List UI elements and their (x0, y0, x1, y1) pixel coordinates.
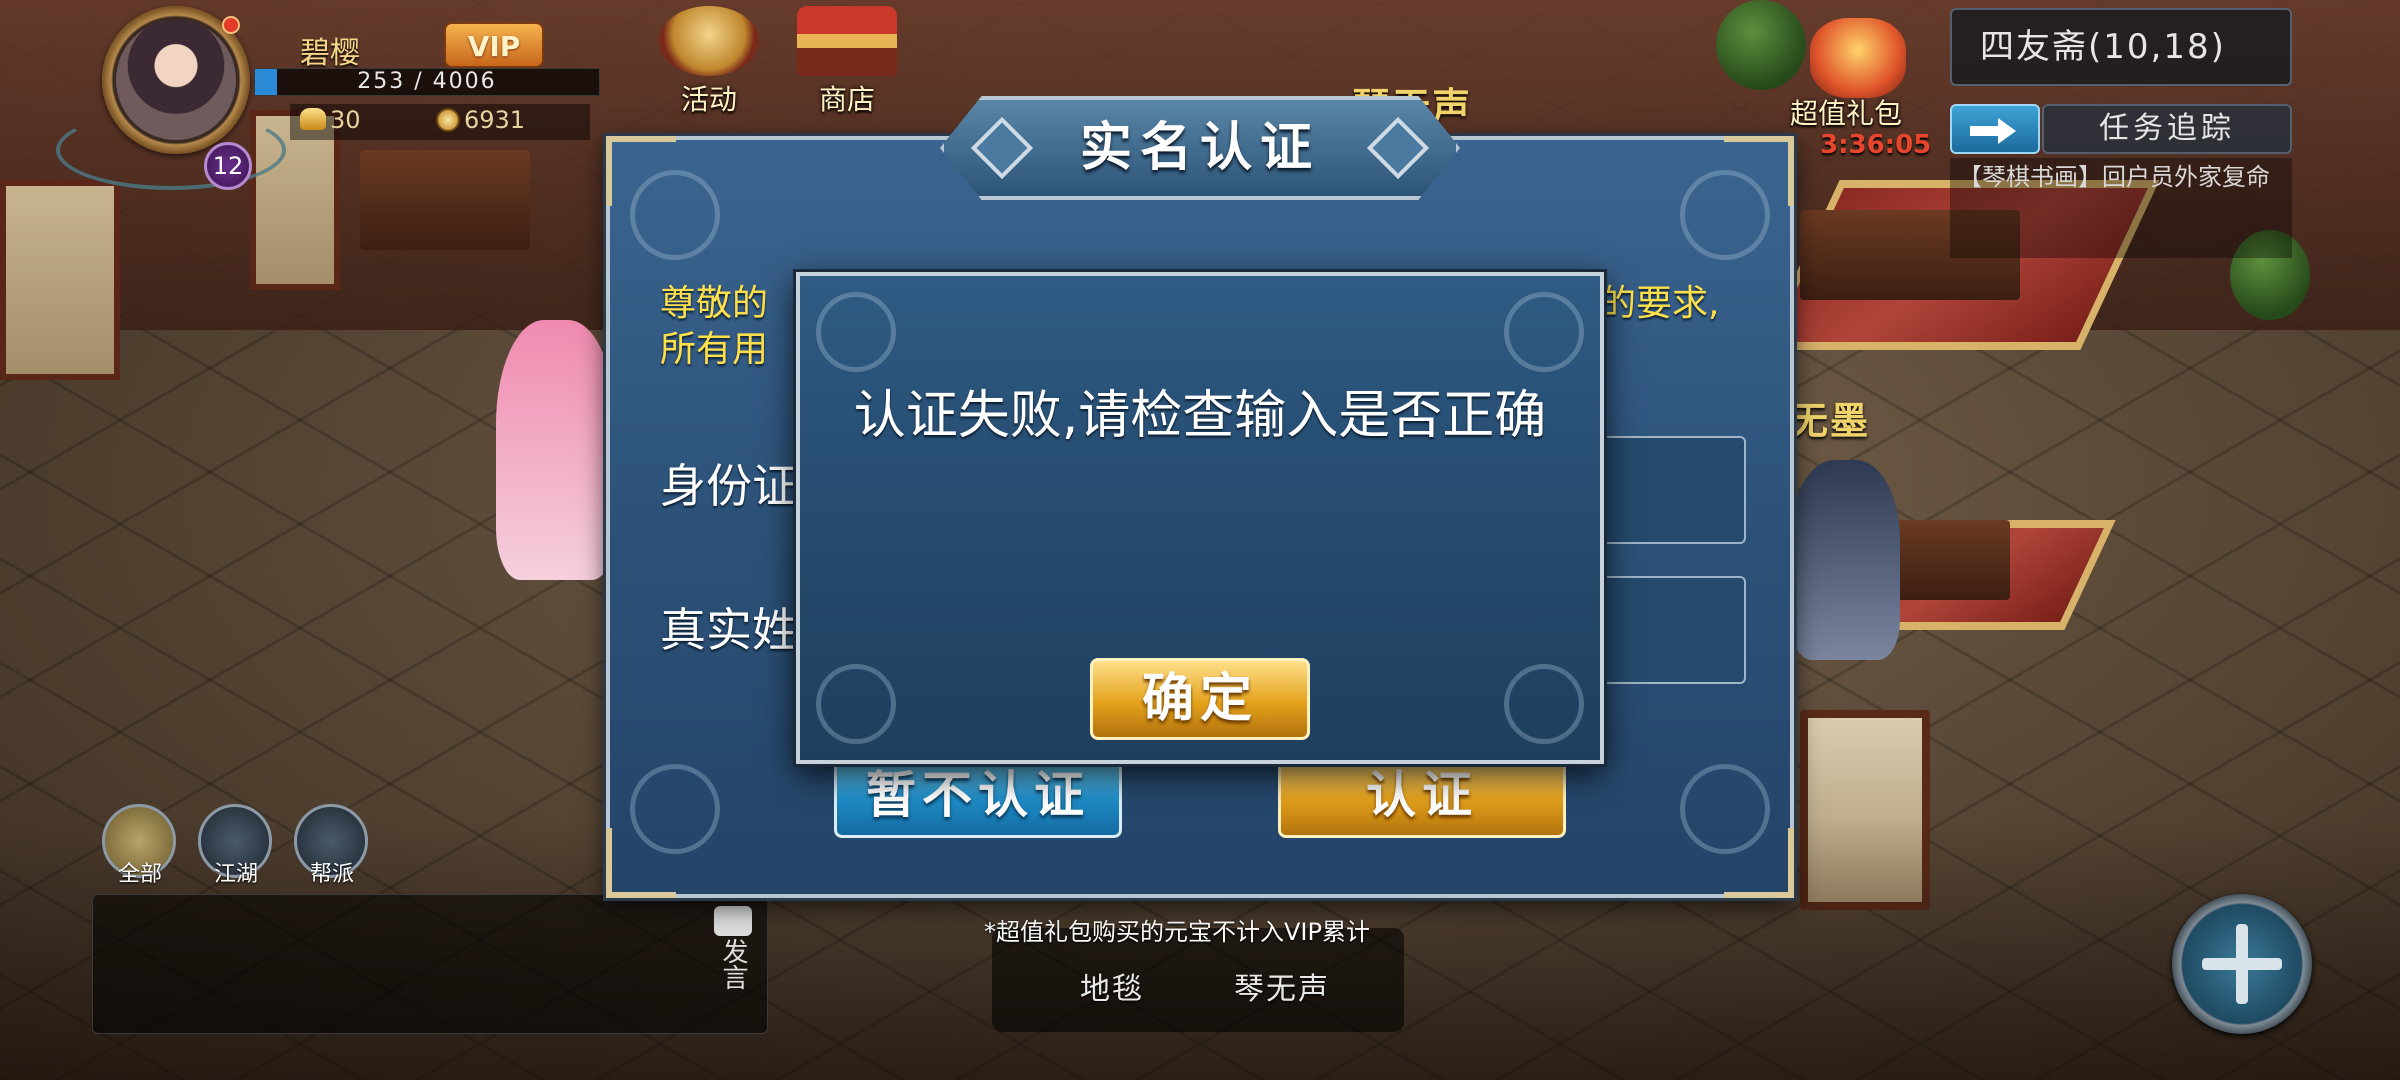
potted-plant-top (1716, 0, 1806, 90)
cloud-ornament (816, 664, 896, 744)
cloud-ornament (816, 292, 896, 372)
plus-icon[interactable] (2172, 894, 2312, 1034)
chat-bubble-icon (714, 906, 752, 936)
coin-icon (436, 108, 460, 132)
task-description[interactable]: 【琴棋书画】回户员外家复命 (1950, 158, 2292, 258)
popup-corner (800, 444, 856, 500)
chat-tab-jianghu-label: 江湖 (213, 862, 258, 887)
drum-icon (659, 6, 759, 76)
cloud-ornament (1504, 664, 1584, 744)
task-arrow-icon[interactable] (1950, 104, 2040, 154)
skip-verification-button[interactable]: 暂不认证 (834, 752, 1122, 838)
vip-notice: *超值礼包购买的元宝不计入VIP累计 (984, 918, 1370, 946)
location-display[interactable]: 四友斋(10,18) (1950, 8, 2292, 86)
cloud-ornament (1680, 764, 1770, 854)
chat-box[interactable] (92, 894, 768, 1034)
error-message: 认证失败,请检查输入是否正确 (853, 386, 1547, 446)
chat-tab-jianghu[interactable]: 江湖 (198, 804, 274, 888)
chat-tab-guild-label: 帮派 (309, 862, 354, 887)
chat-tab-all-label: 全部 (117, 862, 162, 887)
cloud-ornament (630, 764, 720, 854)
notice-line-1: 尊敬的 (660, 283, 769, 324)
task-tracker-title[interactable]: 任务追踪 (2042, 104, 2292, 154)
coin-amount: 6931 (464, 106, 526, 134)
wall-panel-left (0, 180, 120, 380)
level-badge: 12 (204, 142, 252, 190)
vip-badge[interactable]: VIP (444, 22, 544, 68)
quick-item-qinwusheng[interactable]: 琴无声 (1234, 964, 1330, 1008)
chat-tab-guild[interactable]: 帮派 (294, 804, 370, 888)
player-name: 碧樱 (300, 36, 360, 71)
speak-label: 发言 (718, 938, 748, 990)
activity-label: 活动 (680, 83, 737, 116)
gold-amount: 30 (330, 106, 361, 134)
verify-button[interactable]: 认证 (1278, 752, 1566, 838)
chat-tab-all[interactable]: 全部 (102, 804, 178, 888)
notice-line-2: 所有用 (660, 329, 769, 370)
hp-value: 253 / 4006 (357, 69, 497, 94)
cloud-ornament (1504, 292, 1584, 372)
cloud-ornament (630, 170, 720, 260)
scholar-npc-figure (1790, 460, 1900, 660)
id-number-input[interactable] (1580, 436, 1746, 544)
speak-button[interactable]: 发言 (700, 900, 766, 1030)
quick-item-carpet[interactable]: 地毯 (1080, 964, 1144, 1008)
gift-pack-label[interactable]: 超值礼包 (1790, 92, 1902, 132)
shop-icon (797, 6, 897, 76)
hp-bar: 253 / 4006 (254, 68, 600, 96)
avatar[interactable] (102, 6, 250, 154)
id-number-label: 身份证 (660, 459, 798, 513)
notice-line-1-tail: 的要求, (1600, 283, 1720, 324)
confirm-button[interactable]: 确定 (1090, 658, 1310, 740)
gift-icon[interactable] (1810, 18, 1906, 98)
gold-ingot-icon (300, 108, 326, 130)
notification-dot (222, 16, 240, 34)
activity-button[interactable]: 活动 (654, 6, 764, 118)
real-name-label: 真实姓 (660, 603, 798, 657)
wooden-table-left (360, 150, 530, 250)
avatar-portrait (116, 20, 236, 140)
shop-button[interactable]: 商店 (792, 6, 902, 118)
real-name-input[interactable] (1580, 576, 1746, 684)
gift-pack-timer: 3:36:05 (1820, 130, 1932, 160)
cloud-ornament (1680, 170, 1770, 260)
pink-dancer-figure (496, 320, 616, 580)
dialog-title: 实名认证 (1079, 118, 1320, 178)
shop-label: 商店 (818, 83, 875, 116)
